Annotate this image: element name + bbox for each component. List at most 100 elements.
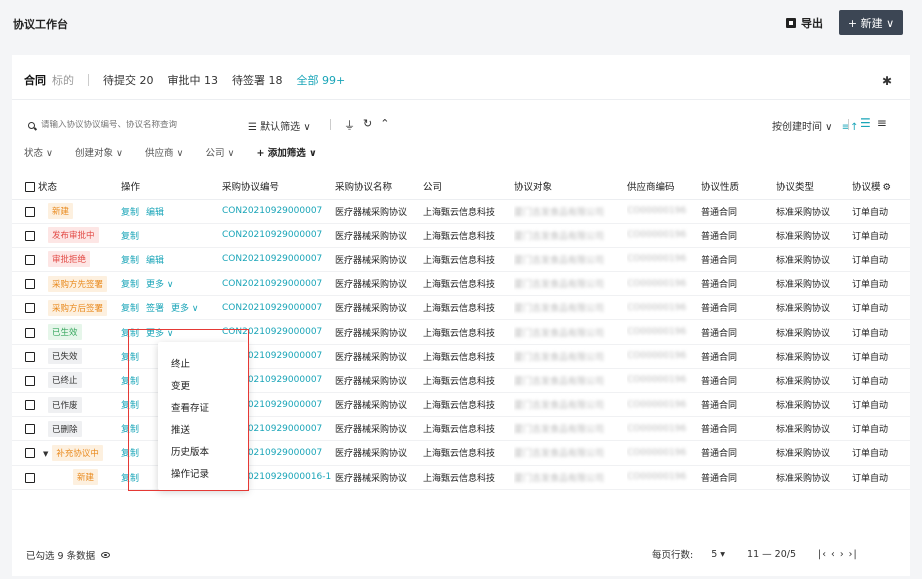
row-action-link[interactable]: 签署 xyxy=(146,304,164,314)
tab-subject[interactable]: 标的 xyxy=(52,72,74,88)
agreement-type: 标准采购协议 xyxy=(776,416,852,442)
table-row[interactable]: 新建 复制 编辑 CON20210929000007 医疗器械采购协议 上海甄云信息科技厦… xyxy=(12,199,910,224)
row-action-link[interactable]: 编辑 xyxy=(146,208,164,218)
filter-creator[interactable]: 创建对象 ∨ xyxy=(75,145,123,159)
agreement-code-link[interactable]: CON20210929000007 xyxy=(222,271,335,297)
sort-dropdown[interactable]: 按创建时间 ∨ ≡↑ xyxy=(772,118,858,133)
agreement-code-link[interactable]: CON20210929000007 xyxy=(222,295,335,321)
supplier-code: CO00000196 xyxy=(627,351,687,362)
eye-icon[interactable] xyxy=(101,552,111,558)
agreement-nature: 普通合同 xyxy=(701,392,776,418)
add-filter-button[interactable]: + 添加筛选 ∨ xyxy=(256,145,316,159)
default-filter-dropdown[interactable]: ☰ 默认筛选 ∨ xyxy=(248,118,311,133)
new-button[interactable]: + 新建 ∨ xyxy=(839,10,903,35)
row-checkbox[interactable] xyxy=(25,206,35,217)
page-title: 协议工作台 xyxy=(13,18,68,31)
export-button[interactable]: 导出 xyxy=(786,14,823,32)
row-checkbox[interactable] xyxy=(25,254,35,265)
page-nav-buttons[interactable]: |‹ ‹ › ›| xyxy=(818,549,858,560)
tab-all[interactable]: 全部 99+ xyxy=(297,72,346,88)
filter-status[interactable]: 状态 ∨ xyxy=(24,145,53,159)
collapse-icon[interactable]: ⌃ xyxy=(380,117,389,133)
party-name: 厦门吉发食品有限公司 xyxy=(514,352,605,363)
row-checkbox[interactable] xyxy=(25,279,35,290)
agreement-code-link[interactable]: CON20210929000007 xyxy=(222,247,335,273)
agreement-nature: 普通合同 xyxy=(701,416,776,442)
agreement-name: 医疗器械采购协议 xyxy=(335,344,423,369)
row-action-link[interactable]: 编辑 xyxy=(146,256,164,266)
row-action-link[interactable]: 复制 xyxy=(121,256,139,266)
party-name: 厦门吉发食品有限公司 xyxy=(514,401,605,412)
refresh-icon[interactable]: ↻ xyxy=(363,117,372,133)
table-row[interactable]: 发布审批中 复制 CON20210929000007 医疗器械采购协议 上海甄云信息科技… xyxy=(12,223,910,248)
select-all-checkbox[interactable] xyxy=(25,182,35,193)
status-badge: 新建 xyxy=(73,469,99,486)
row-action-link[interactable]: 复制 xyxy=(121,208,139,218)
tab-pending-submit[interactable]: 待提交 20 xyxy=(103,72,154,88)
supplier-code: CO00000196 xyxy=(627,375,687,386)
supplier-code: CO00000196 xyxy=(627,399,687,410)
agreement-type: 标准采购协议 xyxy=(776,440,852,466)
party-name: 厦门吉发食品有限公司 xyxy=(514,376,605,387)
row-checkbox[interactable] xyxy=(25,351,35,362)
export-label: 导出 xyxy=(801,17,823,30)
row-action-link[interactable]: 复制 xyxy=(121,304,139,314)
agreement-template: 订单自动 xyxy=(852,271,910,297)
toolbar-divider xyxy=(330,119,331,130)
row-checkbox[interactable] xyxy=(25,327,35,338)
agreement-name: 医疗器械采购协议 xyxy=(335,199,423,224)
row-checkbox[interactable] xyxy=(25,375,35,386)
filter-company[interactable]: 公司 ∨ xyxy=(205,145,234,159)
supplier-code: CO00000196 xyxy=(627,302,687,313)
status-badge: 发布审批中 xyxy=(48,227,99,244)
search-box[interactable] xyxy=(28,117,218,133)
agreement-template: 订单自动 xyxy=(852,392,910,418)
list-view-icon[interactable]: ☰ xyxy=(860,116,871,130)
supplier-code: CO00000196 xyxy=(627,230,687,241)
agreement-nature: 普通合同 xyxy=(701,247,776,273)
tab-in-approval[interactable]: 审批中 13 xyxy=(168,72,219,88)
row-action-link[interactable]: 复制 xyxy=(121,280,139,290)
filter-clear-icon[interactable]: ⏚ xyxy=(344,117,355,133)
agreement-template: 订单自动 xyxy=(852,247,910,273)
party-name: 厦门吉发食品有限公司 xyxy=(514,328,605,339)
table-row[interactable]: 采购方后签署 复制 签署 更多 ∨ CON20210929000007 医疗器械采购协议上… xyxy=(12,295,910,321)
sort-direction-icon[interactable]: ≡↑ xyxy=(842,122,859,133)
tab-contract[interactable]: 合同 xyxy=(24,72,46,88)
tab-pending-sign[interactable]: 待签署 18 xyxy=(232,72,283,88)
filter-supplier[interactable]: 供应商 ∨ xyxy=(145,145,183,159)
table-row[interactable]: 审批拒绝 复制 编辑 CON20210929000007 医疗器械采购协议 上海甄云信息科… xyxy=(12,247,910,273)
party-name: 厦门吉发食品有限公司 xyxy=(514,280,605,291)
settings-gear-icon[interactable]: ✱ xyxy=(882,74,892,88)
row-checkbox[interactable] xyxy=(25,472,35,483)
row-checkbox[interactable] xyxy=(25,303,35,314)
agreement-name: 医疗器械采购协议 xyxy=(335,368,423,394)
col-ops: 操作 xyxy=(121,173,222,200)
row-action-link[interactable]: 更多 ∨ xyxy=(146,280,173,290)
company-name: 上海甄云信息科技 xyxy=(423,344,514,369)
row-action-link[interactable]: 更多 ∨ xyxy=(171,304,198,314)
agreement-code-link[interactable]: CON20210929000007 xyxy=(222,223,335,248)
col-company: 公司 xyxy=(423,173,514,200)
company-name: 上海甄云信息科技 xyxy=(423,440,514,466)
expand-row-icon[interactable]: ▼ xyxy=(43,450,48,458)
table-row[interactable]: 采购方先签署 复制 更多 ∨ CON20210929000007 医疗器械采购协议 上海甄… xyxy=(12,271,910,297)
export-icon xyxy=(786,18,796,28)
party-name: 厦门吉发食品有限公司 xyxy=(514,255,605,266)
search-input[interactable] xyxy=(41,120,211,130)
row-checkbox[interactable] xyxy=(25,448,35,459)
supplier-code: CO00000196 xyxy=(627,472,687,483)
supplier-code: CO00000196 xyxy=(627,447,687,458)
agreement-code-link[interactable]: CON20210929000007 xyxy=(222,199,335,224)
row-action-link[interactable]: 复制 xyxy=(121,232,139,242)
column-settings-icon[interactable]: ⚙ xyxy=(883,182,892,193)
search-icon xyxy=(28,121,35,129)
row-checkbox[interactable] xyxy=(25,230,35,241)
company-name: 上海甄云信息科技 xyxy=(423,247,514,273)
row-checkbox[interactable] xyxy=(25,424,35,435)
per-page-select[interactable]: 5 ▾ xyxy=(711,549,725,560)
agreement-nature: 普通合同 xyxy=(701,319,776,345)
compact-view-icon[interactable]: ≡ xyxy=(877,116,887,130)
tab-bar: 合同 标的 待提交 20 审批中 13 待签署 18 全部 99+ xyxy=(24,72,359,88)
row-checkbox[interactable] xyxy=(25,400,35,411)
